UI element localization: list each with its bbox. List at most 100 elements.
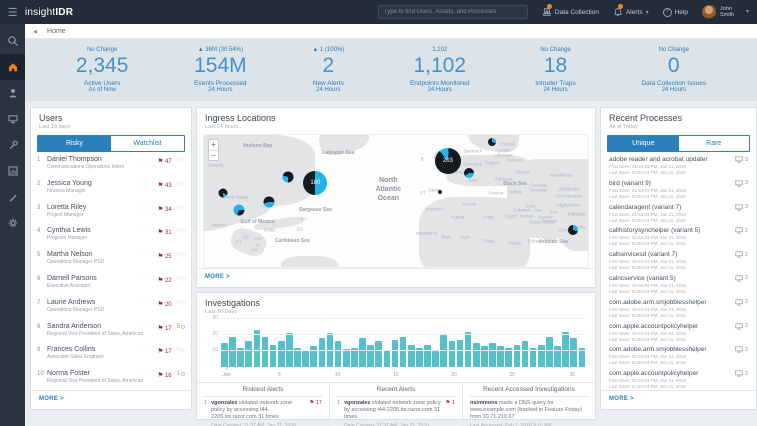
user-name: Jessica Young	[47, 180, 157, 187]
flag-count: ⚑ 47	[157, 157, 171, 165]
asset-count: 3	[735, 204, 748, 211]
map-label: Armenia	[530, 188, 547, 193]
stat-value: 2,345	[76, 55, 129, 77]
users-more-link[interactable]: MORE >	[31, 390, 191, 407]
user-list-item[interactable]: 9 Frances Collins Associate Sales Engine…	[31, 342, 191, 366]
menu-icon[interactable]: ☰	[0, 6, 25, 19]
stat-block: ▲ 36M (30.54%) 154M Events Processed 24 …	[194, 47, 247, 92]
monitor-icon	[735, 227, 743, 234]
ingress-pie-marker[interactable]	[219, 189, 228, 198]
ingress-pie-marker[interactable]	[283, 172, 294, 183]
riskiest-alert-item[interactable]: 1 vgonzalez violated network zone policy…	[204, 397, 322, 426]
back-chevron-icon[interactable]: ◂	[33, 27, 37, 36]
ingress-pie-marker[interactable]	[464, 168, 474, 178]
chart-bar	[367, 345, 374, 367]
process-list-item[interactable]: com.adobe.arm.smjobblesshelper 2 First S…	[601, 342, 756, 366]
alert-value: 0	[177, 347, 180, 353]
user-list-item[interactable]: 3 Loretta Riley Project Manager ⚑ 34 0	[31, 200, 191, 224]
chart-bar	[262, 337, 269, 367]
ingress-pie-marker[interactable]	[488, 138, 496, 146]
sidebar-item-settings[interactable]	[0, 210, 25, 236]
tab-rare[interactable]: Rare	[679, 136, 750, 151]
chart-bar	[375, 341, 382, 367]
ingress-pie-marker[interactable]	[568, 225, 578, 235]
sidebar-item-search[interactable]	[0, 28, 25, 54]
global-search-input[interactable]	[378, 5, 528, 19]
stat-value: 1,102	[410, 55, 470, 77]
sidebar-item-compose[interactable]	[0, 184, 25, 210]
app-logo[interactable]: insightIDR	[25, 7, 73, 18]
ingress-pie-marker[interactable]	[264, 197, 275, 208]
user-list-item[interactable]: 8 Sandra Anderson Regional Vice Presiden…	[31, 319, 191, 343]
flag-value: 16	[165, 373, 172, 379]
sidebar-item-home[interactable]	[0, 54, 25, 80]
investigation-text: nsimmons made a DNS query for www.exampl…	[470, 400, 588, 421]
gear-icon	[7, 217, 19, 229]
tab-risky[interactable]: Risky	[38, 136, 111, 151]
pencil-icon	[7, 191, 19, 203]
user-list-item[interactable]: 7 Laurie Andrews Operations Manager PSD …	[31, 295, 191, 319]
flag-value: 25	[165, 254, 172, 260]
user-list-item[interactable]: 1 Daniel Thompson Communications Operati…	[31, 152, 191, 176]
process-list-item[interactable]: calendaragent (variant 7) 3 First Seen: …	[601, 200, 756, 224]
map-label: NI	[256, 242, 261, 247]
user-info: Loretta Riley Project Manager	[47, 204, 157, 224]
ingress-pie-marker[interactable]	[233, 205, 244, 216]
users-panel-title: Users	[39, 113, 183, 123]
user-list-item[interactable]: 4 Cynthia Lewis Program Manager ⚑ 31 0	[31, 223, 191, 247]
process-list-item[interactable]: adobe reader and acrobat updater 3 First…	[601, 152, 756, 176]
user-name: Laurie Andrews	[47, 299, 157, 306]
user-menu[interactable]: John Smith ▾	[702, 5, 749, 19]
sidebar-item-reports[interactable]	[0, 158, 25, 184]
tab-watchlist[interactable]: Watchlist	[111, 136, 184, 151]
recent-accessed-item[interactable]: nsimmons made a DNS query for www.exampl…	[470, 397, 588, 426]
process-list-item[interactable]: calncservice (variant 5) 2 First Seen: 0…	[601, 271, 756, 295]
chart-bar	[449, 341, 456, 367]
user-rank: 7	[37, 299, 47, 319]
flag-count: ⚑ 22	[157, 276, 171, 284]
monitor-icon	[735, 156, 743, 163]
process-list-item[interactable]: com.adobe.arm.smjobblesshelper 2 First S…	[601, 295, 756, 319]
users-list: 1 Daniel Thompson Communications Operati…	[31, 152, 191, 390]
alert-count: 0	[177, 300, 185, 306]
flag-count: ⚑ 20	[157, 300, 171, 308]
user-list-item[interactable]: 6 Darnell Parsons Executive Assistant ⚑ …	[31, 271, 191, 295]
user-title: Regional Vice President of Sales, Americ…	[47, 331, 157, 337]
processes-more-link[interactable]: MORE >	[601, 390, 756, 407]
process-list-item[interactable]: com.apple.accountpolicyhelper 2 First Se…	[601, 319, 756, 343]
process-first-seen: First Seen: 01:54:03 PM, Jan 21, 2016	[609, 378, 748, 383]
process-list-item[interactable]: callhistorysynchelper (variant 5) 2 Firs…	[601, 223, 756, 247]
map-label: Belarus	[507, 158, 522, 163]
alert-flag-count: ⚑ 1	[445, 400, 455, 426]
ingress-pie-marker[interactable]	[438, 190, 442, 194]
users-panel: Users Last 28 days Risky Watchlist 1 Dan…	[30, 107, 192, 410]
world-map[interactable]: + − Hudson BayLabrador SeaCanadaUnited S…	[203, 134, 589, 268]
process-list-item[interactable]: callservicesd (variant 7) 2 First Seen: …	[601, 247, 756, 271]
process-list-item[interactable]: bird (variant 9) 3 First Seen: 01:54:03 …	[601, 176, 756, 200]
sidebar-item-endpoints[interactable]	[0, 106, 25, 132]
chart-bar	[319, 338, 326, 367]
stat-label: Events Processed	[194, 80, 247, 87]
ingress-pie-marker[interactable]: 203	[435, 148, 461, 174]
user-list-item[interactable]: 5 Martha Nelson Operations Manager PSD ⚑…	[31, 247, 191, 271]
zoom-in-button[interactable]: +	[209, 140, 218, 150]
ingress-pie-marker[interactable]: 180	[303, 171, 327, 195]
x-axis-tick: 5	[278, 372, 281, 378]
map-label: Black Sea	[503, 181, 527, 187]
recent-alert-item[interactable]: 1 vgonzalez violated network zone policy…	[337, 397, 455, 426]
sidebar-item-toolbox[interactable]	[0, 132, 25, 158]
data-collection-label: Data Collection	[555, 9, 599, 16]
sidebar-item-users[interactable]	[0, 80, 25, 106]
process-name: calncservice (variant 5)	[609, 275, 735, 282]
tab-unique[interactable]: Unique	[608, 136, 679, 151]
zoom-out-button[interactable]: −	[209, 150, 218, 160]
data-collection-button[interactable]: Data Collection	[542, 7, 599, 17]
user-title: Operations Manager PSD	[47, 307, 157, 313]
process-list-item[interactable]: com.apple.accountpolicyhelper 2 First Se…	[601, 366, 756, 390]
help-button[interactable]: ? Help	[663, 8, 688, 17]
flag-value: 17	[165, 349, 172, 355]
ingress-more-link[interactable]: MORE >	[197, 268, 595, 285]
user-list-item[interactable]: 10 Norma Foster Regional Vice President …	[31, 366, 191, 390]
user-list-item[interactable]: 2 Jessica Young Finance Manager ⚑ 43 0	[31, 176, 191, 200]
alerts-menu-button[interactable]: Alerts ▾	[613, 7, 649, 17]
